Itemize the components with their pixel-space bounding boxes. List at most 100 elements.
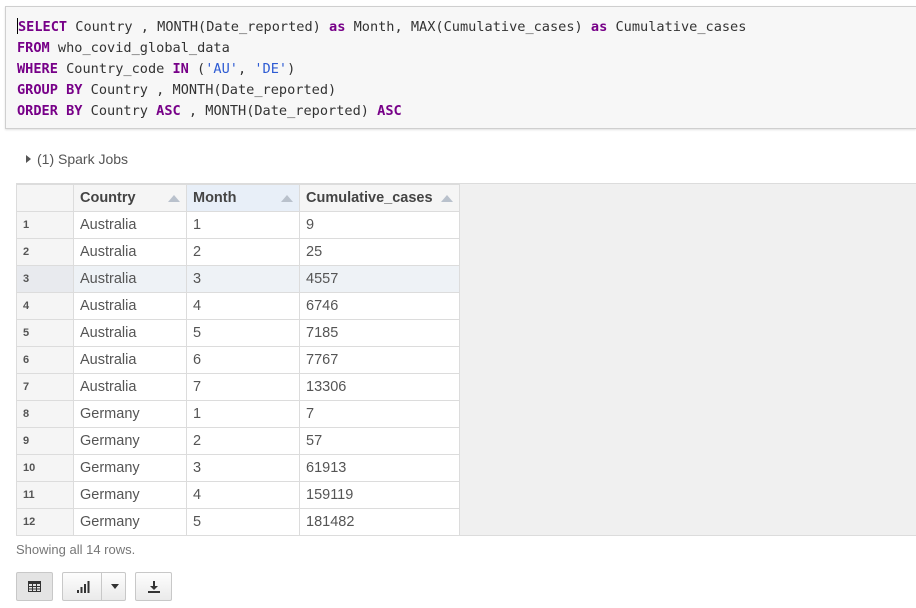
table-cell: 181482 [299, 508, 460, 536]
table-row: 9 Germany 2 57 [16, 427, 460, 455]
spark-jobs-toggle[interactable]: (1) Spark Jobs [26, 151, 128, 167]
sort-icon[interactable] [440, 194, 453, 202]
table-cell: 2 [186, 238, 300, 266]
table-cell: 1 [186, 400, 300, 428]
table-row: 12 Germany 5 181482 [16, 508, 460, 536]
sql-keyword: WHERE [17, 61, 58, 77]
spark-jobs-label: (1) Spark Jobs [37, 151, 129, 167]
sql-string: 'DE' [254, 61, 288, 77]
row-count-text: Showing all 14 rows. [16, 542, 136, 557]
row-number: 2 [16, 238, 74, 266]
table-row: 3 Australia 3 4557 [16, 265, 460, 293]
sql-text: Country , MONTH(Date_reported) [67, 19, 330, 35]
table-cell: 2 [186, 427, 300, 455]
table-cell: Australia [73, 319, 187, 347]
table-cell: 9 [299, 211, 460, 239]
sql-text: Cumulative_cases [607, 19, 747, 35]
row-number-header [16, 184, 74, 212]
row-number: 10 [16, 454, 74, 482]
table-cell: 7185 [299, 319, 460, 347]
column-header-country[interactable]: Country [73, 184, 187, 212]
table-cell: 13306 [299, 373, 460, 401]
sort-icon[interactable] [168, 194, 180, 202]
sql-text: Month, MAX(Cumulative_cases) [345, 19, 591, 35]
column-header-cumulative-cases[interactable]: Cumulative_cases [299, 184, 460, 212]
sql-string: 'AU' [205, 61, 238, 77]
sql-keyword: ORDER BY [17, 103, 83, 119]
table-cell: 6 [186, 346, 300, 374]
table-cell: Australia [73, 292, 187, 320]
sql-text: , [238, 61, 255, 77]
column-header-label: Country [80, 190, 136, 206]
code-line: GROUP BY Country , MONTH(Date_reported) [17, 80, 916, 101]
sql-text: who_covid_global_data [49, 40, 230, 56]
table-cell: 7 [186, 373, 300, 401]
row-number: 7 [16, 373, 74, 401]
column-header-label: Cumulative_cases [306, 190, 433, 206]
sql-text: ) [287, 61, 296, 77]
table-cell: 3 [186, 454, 300, 482]
table-cell: Australia [73, 211, 187, 239]
table-row: 8 Germany 1 7 [16, 400, 460, 428]
table-row: 5 Australia 5 7185 [16, 319, 460, 347]
table-cell: 25 [299, 238, 460, 266]
sql-text: ( [188, 61, 206, 77]
table-cell: Germany [73, 481, 187, 509]
table-cell: Australia [73, 346, 187, 374]
table-cell: 1 [186, 211, 300, 239]
table-row: 11 Germany 4 159119 [16, 481, 460, 509]
table-row: 7 Australia 7 13306 [16, 373, 460, 401]
table-row: 10 Germany 3 61913 [16, 454, 460, 482]
sql-code-cell[interactable]: SELECT Country , MONTH(Date_reported) as… [5, 6, 916, 129]
table-cell: Germany [73, 400, 187, 428]
row-number: 5 [16, 319, 74, 347]
column-header-month[interactable]: Month [186, 184, 300, 212]
row-number: 4 [16, 292, 74, 320]
table-cell: Australia [73, 265, 187, 293]
sql-text: , MONTH(Date_reported) [180, 103, 378, 119]
sql-text: Country [82, 103, 157, 119]
sql-keyword: GROUP BY [17, 82, 83, 98]
row-number: 6 [16, 346, 74, 374]
table-cell: Australia [73, 238, 187, 266]
sql-keyword: ASC [156, 103, 181, 119]
sql-keyword: as [329, 19, 346, 35]
table-cell: Germany [73, 454, 187, 482]
table-cell: Germany [73, 508, 187, 536]
sql-keyword: IN [172, 61, 189, 77]
table-cell: 57 [299, 427, 460, 455]
row-number: 3 [16, 265, 74, 293]
table-row: 2 Australia 2 25 [16, 238, 460, 266]
table-cell: 159119 [299, 481, 460, 509]
table-cell: 4557 [299, 265, 460, 293]
table-row: 1 Australia 1 9 [16, 211, 460, 239]
table-cell: 5 [186, 319, 300, 347]
result-toolbar [16, 572, 172, 601]
code-line: FROM who_covid_global_data [17, 38, 916, 59]
chevron-down-icon[interactable] [111, 584, 119, 589]
sql-keyword: FROM [17, 40, 50, 56]
sort-icon[interactable] [281, 194, 293, 202]
code-line: WHERE Country_code IN ('AU', 'DE') [17, 59, 916, 80]
results-table: Country Month Cumulative_cases 1 Australia 1… [16, 184, 460, 536]
table-cell: 3 [186, 265, 300, 293]
row-number: 1 [16, 211, 74, 239]
header-row: Country Month Cumulative_cases [16, 184, 460, 212]
button-divider [101, 573, 102, 600]
table-cell: Germany [73, 427, 187, 455]
row-number: 8 [16, 400, 74, 428]
table-row: 6 Australia 6 7767 [16, 346, 460, 374]
table-view-button[interactable] [16, 572, 53, 601]
row-number: 11 [16, 481, 74, 509]
table-cell: 4 [186, 481, 300, 509]
download-button[interactable] [135, 572, 172, 601]
column-header-label: Month [193, 190, 237, 206]
table-cell: Australia [73, 373, 187, 401]
table-cell: 5 [186, 508, 300, 536]
table-cell: 7767 [299, 346, 460, 374]
table-cell: 61913 [299, 454, 460, 482]
download-icon [147, 580, 160, 593]
sql-text: Country_code [57, 61, 173, 77]
chart-view-button[interactable] [62, 572, 126, 601]
code-line: SELECT Country , MONTH(Date_reported) as… [17, 17, 916, 38]
